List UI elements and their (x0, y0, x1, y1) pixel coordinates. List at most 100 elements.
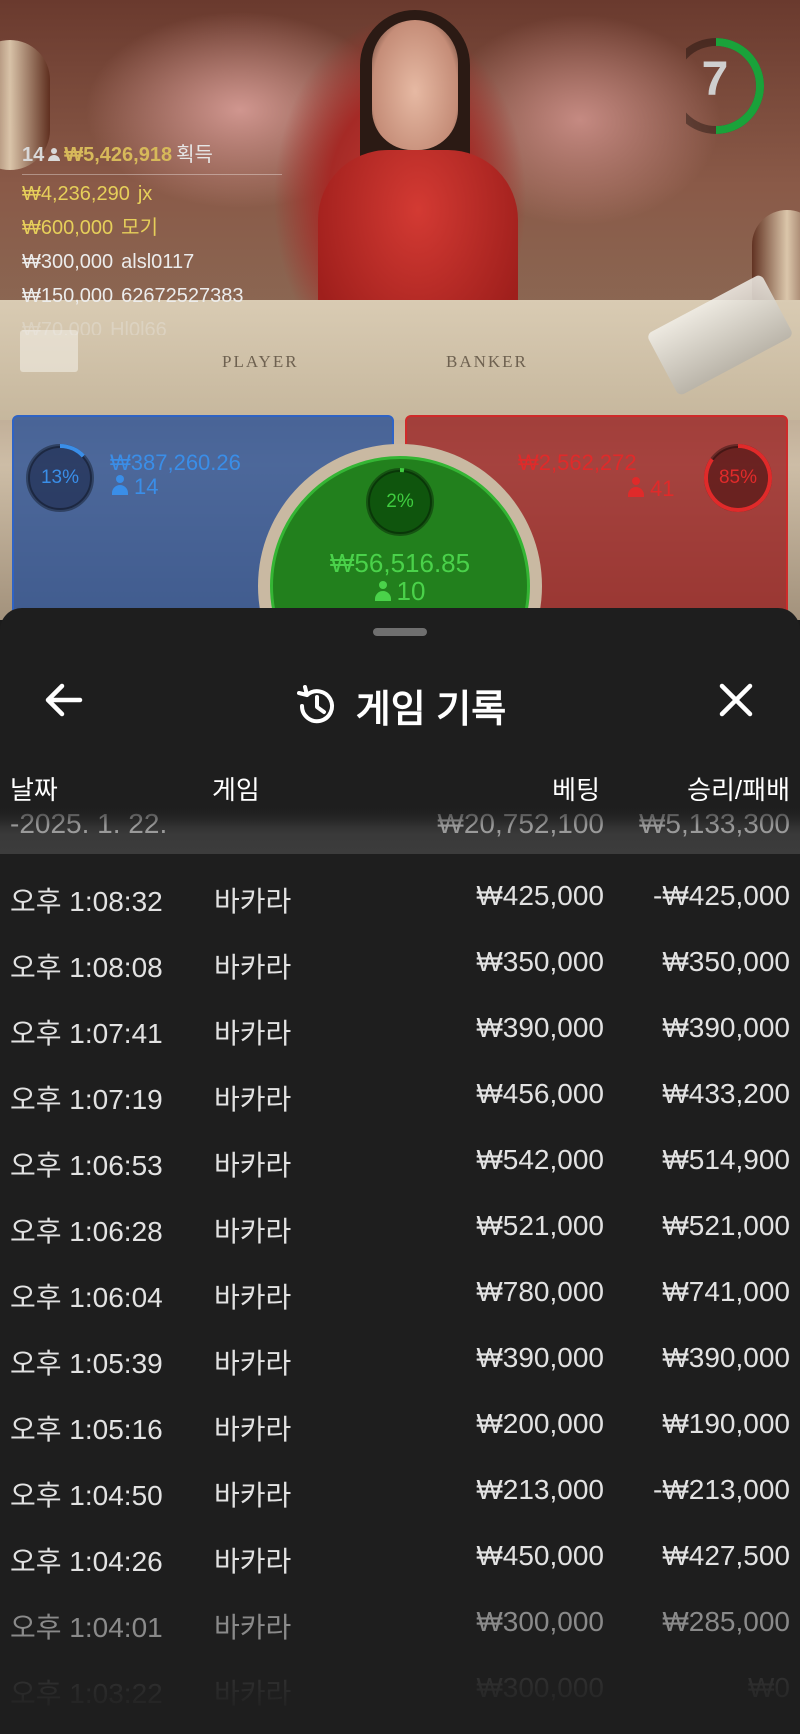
history-row[interactable]: 오후 1:06:28 바카라 ₩521,000 ₩521,000 (0, 1192, 800, 1258)
winner-amount: ₩600,000 (22, 217, 114, 239)
row-result: ₩521,000 (662, 1210, 790, 1241)
winners-label: 획득 (176, 144, 213, 166)
sheet-title-group: 게임 기록 (0, 678, 800, 733)
row-game: 바카라 (214, 1348, 292, 1379)
game-history-sheet: 게임 기록 날짜 게임 베팅 승리/패배 -2025. 1. 22. ₩20,7… (0, 608, 800, 1734)
history-row[interactable]: 오후 1:05:39 바카라 ₩390,000 ₩390,000 (0, 1324, 800, 1390)
history-row[interactable]: 오후 1:07:19 바카라 ₩456,000 ₩433,200 (0, 1060, 800, 1126)
banker-bet-amount: ₩2,562,272 (518, 450, 637, 475)
row-result: ₩390,000 (662, 1012, 790, 1043)
row-bet: ₩450,000 (476, 1540, 604, 1571)
winner-row: ₩300,000 alsl0117 (22, 245, 292, 279)
person-icon (628, 476, 644, 498)
banker-bettors: 41 (628, 476, 674, 502)
winners-total: ₩5,426,918 (64, 144, 173, 166)
row-bet: ₩213,000 (476, 1474, 604, 1505)
dealer-face (372, 20, 458, 150)
row-time: 오후 1:04:50 (10, 1480, 163, 1511)
close-icon (719, 683, 753, 717)
history-row[interactable]: 오후 1:04:50 바카라 ₩213,000 -₩213,000 (0, 1456, 800, 1522)
row-result: -₩213,000 (653, 1474, 790, 1505)
history-rows: 오후 1:08:32 바카라 ₩425,000 -₩425,000 오후 1:08:08… (0, 862, 800, 1720)
row-result: ₩190,000 (662, 1408, 790, 1439)
bottom-fade (0, 1644, 800, 1734)
winner-row: ₩4,236,290 jx (22, 177, 292, 211)
banker-percent-ring: 85% (702, 442, 774, 514)
tie-percent: 2% (386, 491, 414, 512)
history-row[interactable]: 오후 1:07:41 바카라 ₩390,000 ₩390,000 (0, 994, 800, 1060)
history-icon (296, 684, 334, 723)
history-row[interactable]: 오후 1:05:16 바카라 ₩200,000 ₩190,000 (0, 1390, 800, 1456)
row-bet: ₩542,000 (476, 1144, 604, 1175)
row-game: 바카라 (214, 1612, 292, 1643)
row-game: 바카라 (214, 1150, 292, 1181)
row-game: 바카라 (214, 1084, 292, 1115)
row-time: 오후 1:05:16 (10, 1414, 163, 1445)
winner-name: 모기 (121, 217, 158, 239)
row-time: 오후 1:08:08 (10, 952, 163, 983)
winners-list: 14 ₩5,426,918 획득 ₩4,236,290 jx ₩600,000 모기 ₩… (22, 138, 292, 335)
winner-name: Hl0l66 (110, 319, 167, 335)
row-game: 바카라 (214, 952, 292, 983)
row-game: 바카라 (214, 1282, 292, 1313)
row-game: 바카라 (214, 1546, 292, 1577)
row-result: ₩390,000 (662, 1342, 790, 1373)
history-row[interactable]: 오후 1:08:32 바카라 ₩425,000 -₩425,000 (0, 862, 800, 928)
winner-name: jx (137, 183, 153, 205)
column-game: 게임 (212, 775, 260, 805)
row-time: 오후 1:08:32 (10, 886, 163, 917)
timer-value: 7 (701, 53, 729, 106)
row-time: 오후 1:04:01 (10, 1612, 163, 1643)
banker-percent: 85% (718, 467, 758, 488)
winner-amount: ₩70,000 (22, 319, 103, 335)
header-fade (0, 804, 800, 826)
tie-bettors: 10 (312, 576, 488, 607)
row-result: ₩514,900 (662, 1144, 790, 1175)
row-game: 바카라 (214, 1480, 292, 1511)
user-icon (48, 148, 61, 162)
player-bettor-count: 14 (134, 474, 159, 499)
column-date: 날짜 (10, 775, 58, 805)
close-button[interactable] (712, 676, 760, 724)
banker-bettor-count: 41 (650, 476, 675, 501)
row-time: 오후 1:04:26 (10, 1546, 163, 1577)
history-row[interactable]: 오후 1:06:04 바카라 ₩780,000 ₩741,000 (0, 1258, 800, 1324)
sheet-header: 게임 기록 (0, 660, 800, 740)
row-time: 오후 1:06:28 (10, 1216, 163, 1247)
row-result: ₩427,500 (662, 1540, 790, 1571)
row-time: 오후 1:07:41 (10, 1018, 163, 1049)
winner-row: ₩150,000 62672527383 (22, 279, 292, 313)
history-row[interactable]: 오후 1:06:53 바카라 ₩542,000 ₩514,900 (0, 1126, 800, 1192)
player-bettors: 14 (112, 474, 158, 500)
winner-name: alsl0117 (121, 251, 195, 273)
history-row[interactable]: 오후 1:04:26 바카라 ₩450,000 ₩427,500 (0, 1522, 800, 1588)
tie-bettor-count: 10 (396, 576, 426, 606)
row-bet: ₩521,000 (476, 1210, 604, 1241)
player-percent-ring: 13% (24, 442, 96, 514)
row-game: 바카라 (214, 886, 292, 917)
divider (22, 174, 282, 175)
player-percent: 13% (40, 467, 80, 488)
row-bet: ₩390,000 (476, 1342, 604, 1373)
row-bet: ₩390,000 (476, 1012, 604, 1043)
row-bet: ₩350,000 (476, 946, 604, 977)
person-icon (112, 474, 128, 496)
column-bet: 베팅 (552, 775, 600, 805)
winner-amount: ₩150,000 (22, 285, 114, 307)
winner-rows: ₩4,236,290 jx ₩600,000 모기 ₩300,000 alsl0117 ₩1… (22, 177, 292, 335)
row-game: 바카라 (214, 1414, 292, 1445)
card-deck (20, 330, 78, 372)
row-time: 오후 1:06:04 (10, 1282, 163, 1313)
sheet-drag-handle[interactable] (373, 628, 427, 636)
row-game: 바카라 (214, 1216, 292, 1247)
row-bet: ₩200,000 (476, 1408, 604, 1439)
winner-amount: ₩4,236,290 (22, 183, 130, 205)
history-row[interactable]: 오후 1:08:08 바카라 ₩350,000 ₩350,000 (0, 928, 800, 994)
winner-row: ₩600,000 모기 (22, 211, 292, 245)
row-bet: ₩456,000 (476, 1078, 604, 1109)
row-time: 오후 1:06:53 (10, 1150, 163, 1181)
winner-amount: ₩300,000 (22, 251, 114, 273)
tie-bet-amount: ₩56,516.85 (329, 548, 471, 578)
table-label-player: PLAYER (222, 352, 299, 371)
row-time: 오후 1:07:19 (10, 1084, 163, 1115)
